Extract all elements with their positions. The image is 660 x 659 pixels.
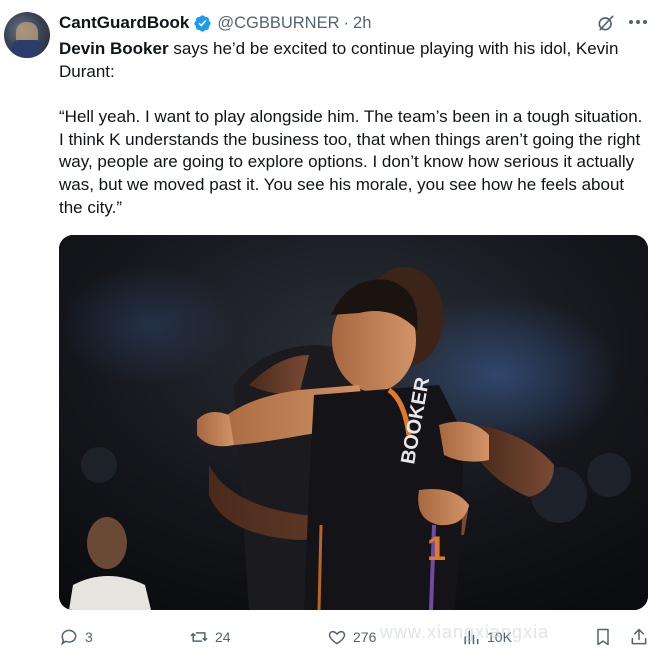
bookmark-icon bbox=[597, 628, 609, 646]
avatar-jersey bbox=[12, 40, 42, 58]
timestamp[interactable]: 2h bbox=[353, 14, 371, 33]
tweet-header: CantGuardBook @CGBBURNER · 2h bbox=[59, 12, 371, 34]
share-button[interactable] bbox=[629, 624, 649, 650]
tweet-photo[interactable]: BOOKER 1 bbox=[59, 235, 648, 610]
verified-badge-icon[interactable] bbox=[193, 14, 212, 33]
reply-count: 3 bbox=[85, 629, 93, 645]
more-icon[interactable] bbox=[626, 12, 650, 32]
like-count: 276 bbox=[353, 629, 377, 645]
avatar[interactable] bbox=[4, 12, 50, 58]
grok-icon[interactable] bbox=[596, 13, 616, 33]
repost-button[interactable]: 24 bbox=[189, 624, 231, 650]
tweet-text: Devin Booker says he’d be excited to con… bbox=[59, 38, 649, 219]
bookmark-button[interactable] bbox=[593, 624, 613, 650]
jersey-number: 1 bbox=[427, 530, 446, 568]
tweet-quote: “Hell yeah. I want to play alongside him… bbox=[59, 107, 643, 217]
share-icon bbox=[631, 628, 647, 645]
repost-count: 24 bbox=[215, 629, 231, 645]
action-bar: 3 24 276 10K bbox=[59, 624, 651, 650]
separator-dot: · bbox=[343, 13, 350, 32]
heart-icon bbox=[328, 630, 346, 645]
reply-button[interactable]: 3 bbox=[59, 624, 93, 650]
like-button[interactable]: 276 bbox=[327, 624, 376, 650]
watermark: www.xiangxiangxia bbox=[380, 622, 550, 642]
mention-bold-name: Devin Booker bbox=[59, 39, 169, 58]
reply-icon bbox=[61, 629, 77, 646]
repost-icon bbox=[190, 632, 208, 642]
handle[interactable]: @CGBBURNER bbox=[217, 14, 339, 33]
tweet-intro: Devin Booker says he’d be excited to con… bbox=[59, 38, 649, 83]
display-name[interactable]: CantGuardBook bbox=[59, 13, 189, 33]
